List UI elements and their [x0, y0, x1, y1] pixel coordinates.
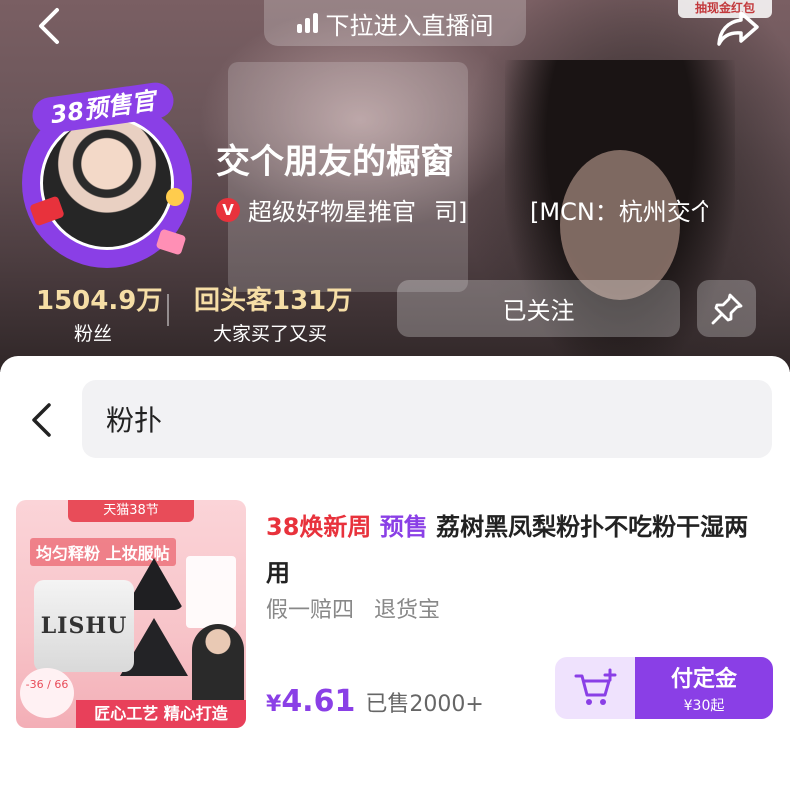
coin-icon	[166, 188, 184, 206]
pay-deposit-button[interactable]: 付定金 ¥30起	[635, 657, 773, 719]
shop-name: 交个朋友的橱窗	[216, 142, 454, 182]
follow-button[interactable]: 已关注	[397, 280, 680, 337]
repeat-customer-stat[interactable]: 回头客131万 大家买了又买	[194, 280, 353, 346]
service-tags: 假一赔四 退货宝	[266, 592, 440, 624]
search-query: 粉扑	[106, 404, 163, 437]
deposit-sub: ¥30起	[683, 698, 725, 714]
back-button[interactable]	[24, 0, 76, 52]
pin-icon	[711, 293, 742, 324]
repeat-label: 大家买了又买	[212, 323, 327, 345]
product-price-row: ¥ 4.61 已售2000+	[266, 684, 484, 719]
signal-bars-icon	[296, 13, 318, 33]
share-button[interactable]	[708, 4, 768, 52]
fans-stat[interactable]: 1504.9万 粉丝	[36, 280, 163, 346]
service-tag: 退货宝	[374, 598, 441, 623]
verification-line: V 超级好物星推官 司]	[216, 192, 467, 227]
product-title[interactable]: 38焕新周 预售 荔树黑凤梨粉扑不吃粉干湿两用	[266, 504, 766, 596]
pin-button[interactable]	[697, 280, 756, 337]
product-jar: LISHU	[34, 580, 134, 672]
search-input[interactable]: 粉扑	[82, 380, 772, 458]
stat-divider	[167, 294, 169, 326]
pink-envelope-icon	[155, 228, 187, 256]
chevron-left-icon	[32, 403, 51, 437]
image-bottom-strip: 匠心工艺 精心打造	[76, 700, 246, 728]
presale-tag: 预售	[379, 513, 428, 541]
repeat-count: 回头客131万	[194, 286, 353, 316]
verify-text: 超级好物星推官	[248, 198, 416, 226]
fans-count: 1504.9万	[36, 286, 163, 316]
verified-icon: V	[216, 197, 240, 222]
search-back-button[interactable]	[20, 394, 64, 446]
share-arrow-icon	[717, 11, 759, 46]
avatar-photo	[40, 116, 174, 250]
verify-tail: 司]	[434, 198, 468, 226]
event-tag: 38焕新周	[266, 513, 372, 541]
shop-header-banner: 下拉进入直播间 抽现金红包 38预售官 交个朋友的橱窗 V 超级好物星推官 司]…	[0, 0, 790, 372]
deposit-label: 付定金	[670, 667, 737, 692]
gift-pack	[186, 556, 236, 628]
pull-to-live-room[interactable]: 下拉进入直播间	[264, 0, 526, 46]
image-top-strip: 天猫38节	[68, 500, 194, 522]
price-symbol: ¥	[266, 692, 282, 717]
product-image[interactable]: 天猫38节 均匀释粉 上妆服帖 LISHU -36 / 66 匠心工艺 精心打造	[16, 500, 246, 728]
host-photo	[192, 624, 244, 704]
add-to-cart-button[interactable]	[555, 657, 635, 719]
product-price: 4.61	[281, 684, 356, 719]
fans-label: 粉丝	[73, 323, 112, 345]
cart-plus-icon	[574, 668, 617, 705]
pull-live-label: 下拉进入直播间	[325, 11, 494, 40]
chevron-left-icon	[39, 8, 59, 44]
image-price-burst: -36 / 66	[20, 668, 74, 718]
mcn-label: [MCN：杭州交个	[530, 198, 708, 226]
service-tag: 假一赔四	[266, 598, 355, 623]
sold-count: 已售2000+	[365, 692, 484, 717]
